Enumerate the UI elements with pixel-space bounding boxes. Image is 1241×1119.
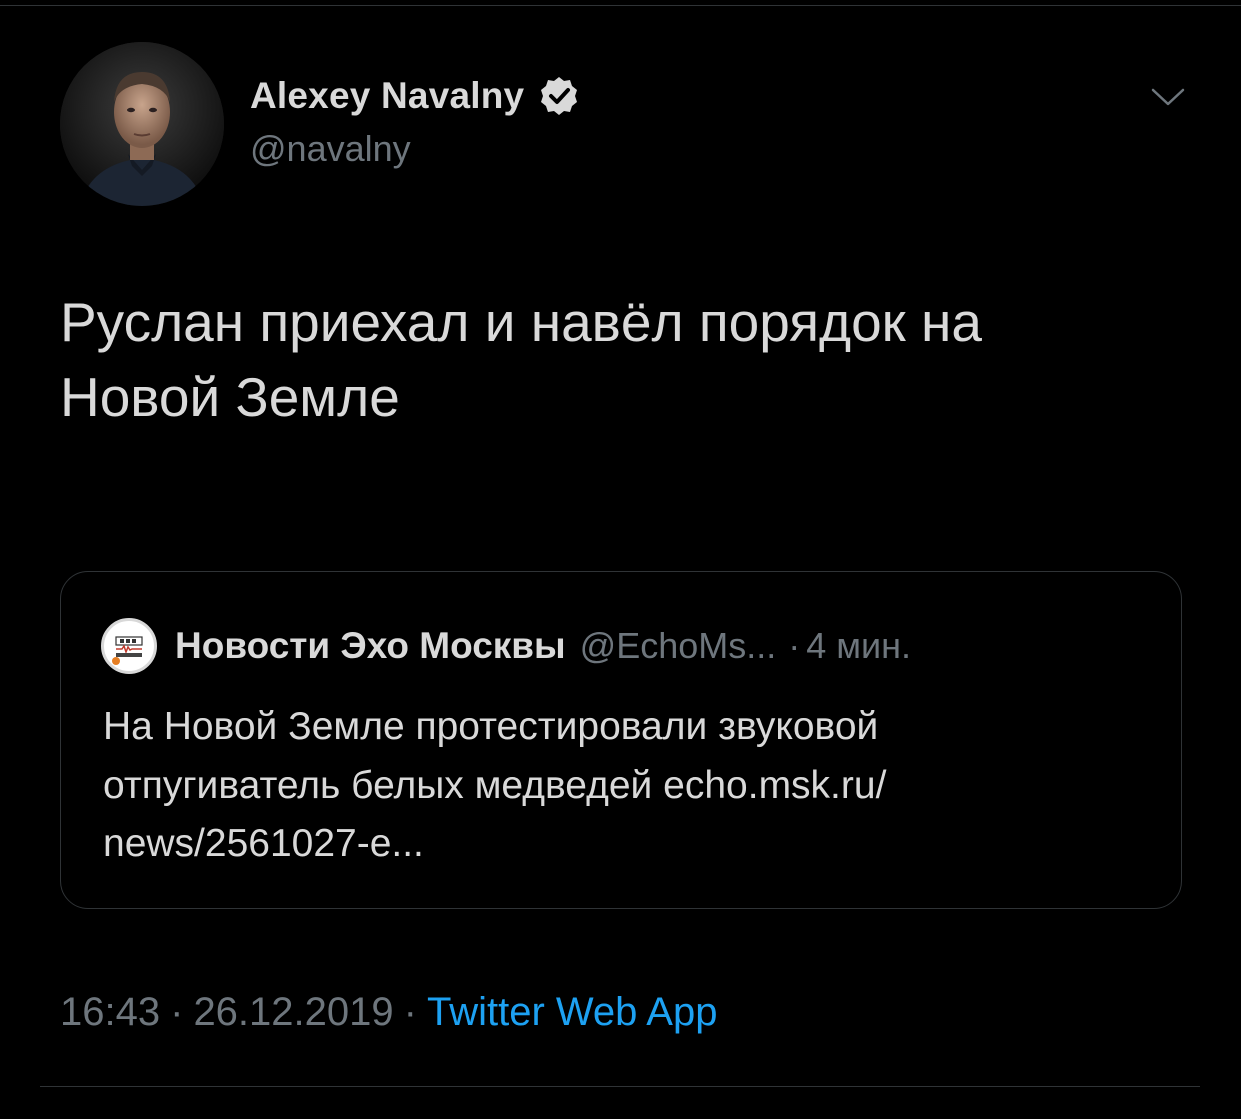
source-link[interactable]: Twitter Web App <box>427 990 718 1034</box>
author-name[interactable]: Alexey Navalny <box>250 75 524 117</box>
tweet-text-line: Руслан приехал и навёл порядок на <box>60 291 982 353</box>
header-separator: · <box>788 625 801 666</box>
meta-separator: · <box>403 990 417 1034</box>
avatar-portrait-icon <box>60 42 224 206</box>
tweet-time[interactable]: 16:43 <box>60 990 160 1034</box>
top-divider <box>0 0 1241 6</box>
echo-moskvy-logo-icon <box>105 622 153 670</box>
author-avatar[interactable] <box>60 42 224 206</box>
quoted-text-line: news/2561027-e... <box>103 822 424 865</box>
quoted-tweet-text: На Новой Земле протестировали звуковой о… <box>103 698 1143 874</box>
author-name-row: Alexey Navalny <box>250 74 580 118</box>
quoted-tweet-header: Новости Эхо Москвы @EchoMs... · 4 мин. <box>101 618 911 674</box>
author-handle[interactable]: @navalny <box>250 128 411 170</box>
quoted-tweet-time[interactable]: 4 мин. <box>806 625 911 667</box>
tweet-date[interactable]: 26.12.2019 <box>193 990 393 1034</box>
tweet-text-line: Новой Земле <box>60 366 400 429</box>
meta-separator: · <box>170 990 184 1034</box>
tweet-meta: 16:43 · 26.12.2019 · Twitter Web App <box>60 990 717 1035</box>
quoted-author-handle[interactable]: @EchoMs... <box>580 625 777 667</box>
tweet-screen: { "author": { "name": "Alexey Navalny", … <box>0 0 1241 1119</box>
quoted-text-line: На Новой Земле протестировали звуковой <box>103 705 879 748</box>
tweet-text: Руслан приехал и навёл порядок на Новой … <box>60 285 1200 436</box>
quoted-author-name[interactable]: Новости Эхо Москвы <box>175 625 566 667</box>
quoted-text-line: отпугиватель белых медведей echo.msk.ru/ <box>103 763 887 807</box>
chevron-down-icon[interactable] <box>1150 82 1186 110</box>
verified-badge-icon <box>541 77 578 115</box>
bottom-divider <box>40 1086 1200 1087</box>
quoted-author-avatar[interactable] <box>101 618 157 674</box>
quoted-tweet-card[interactable]: Новости Эхо Москвы @EchoMs... · 4 мин. Н… <box>60 571 1182 909</box>
